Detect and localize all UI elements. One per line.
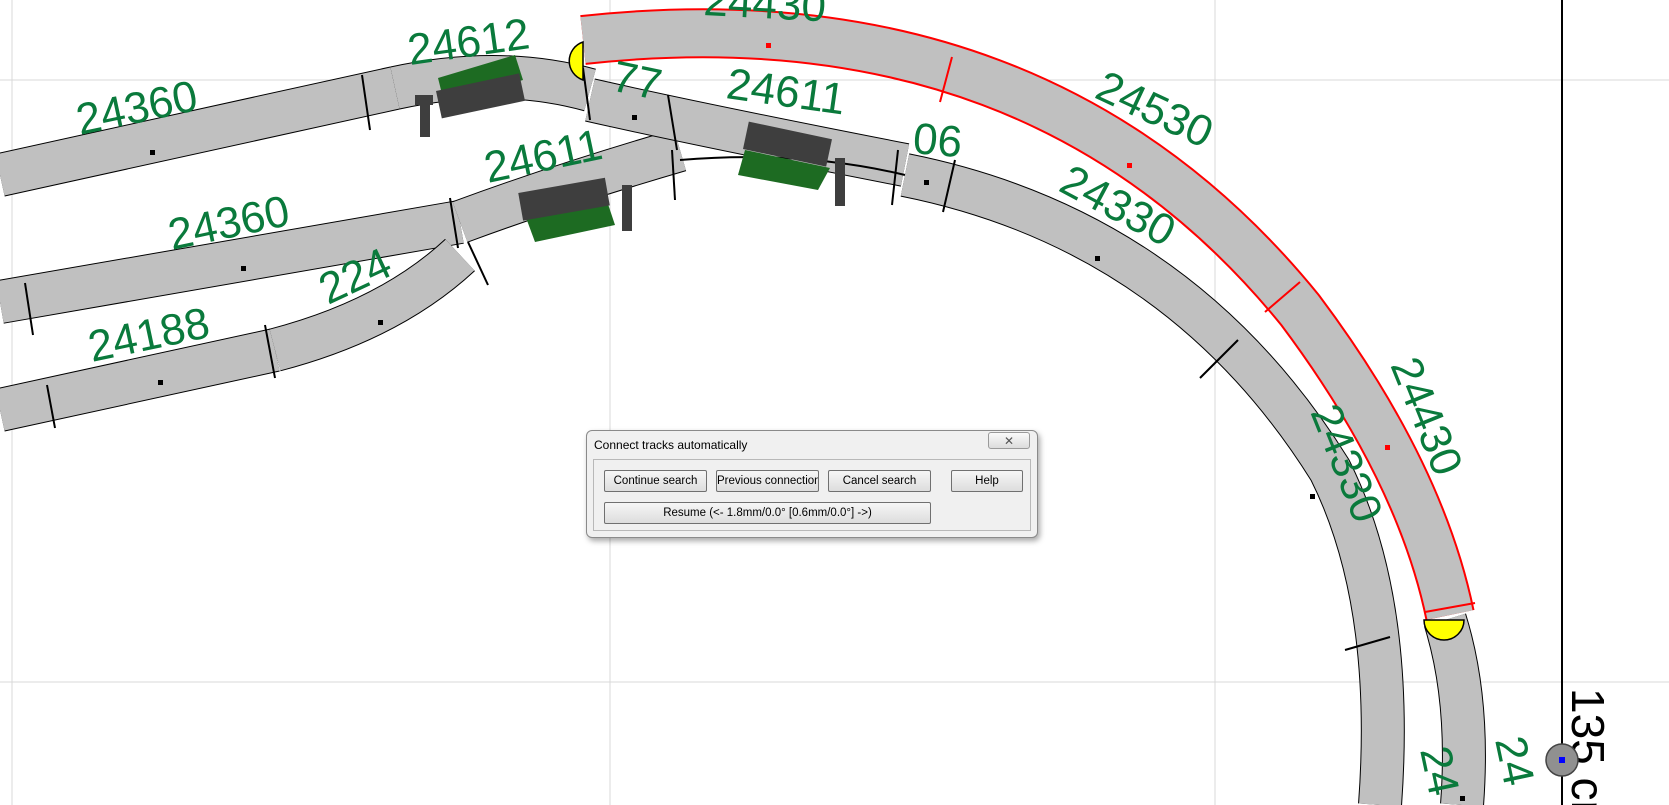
connect-tracks-dialog[interactable]: Connect tracks automatically ✕ Continue …	[586, 430, 1038, 538]
continue-search-button[interactable]: Continue search	[604, 470, 707, 492]
help-button[interactable]: Help	[951, 470, 1023, 492]
dialog-panel: Continue search Previous connection Canc…	[593, 459, 1031, 531]
track-layout-canvas[interactable]: 24612 24430 24360 24611 06 24530 24360 2…	[0, 0, 1669, 805]
resume-button[interactable]: Resume (<- 1.8mm/0.0° [0.6mm/0.0°] ->)	[604, 502, 931, 524]
track-label: 06	[911, 114, 964, 167]
track-label: 77	[608, 52, 666, 110]
dialog-title: Connect tracks automatically	[594, 438, 748, 452]
track-label: 24	[1410, 742, 1468, 800]
cancel-search-button[interactable]: Cancel search	[828, 470, 931, 492]
previous-connection-button[interactable]: Previous connection	[716, 470, 819, 492]
close-icon[interactable]: ✕	[988, 432, 1030, 449]
track-label: 24	[1485, 732, 1543, 790]
origin-marker-icon[interactable]	[1545, 743, 1579, 777]
